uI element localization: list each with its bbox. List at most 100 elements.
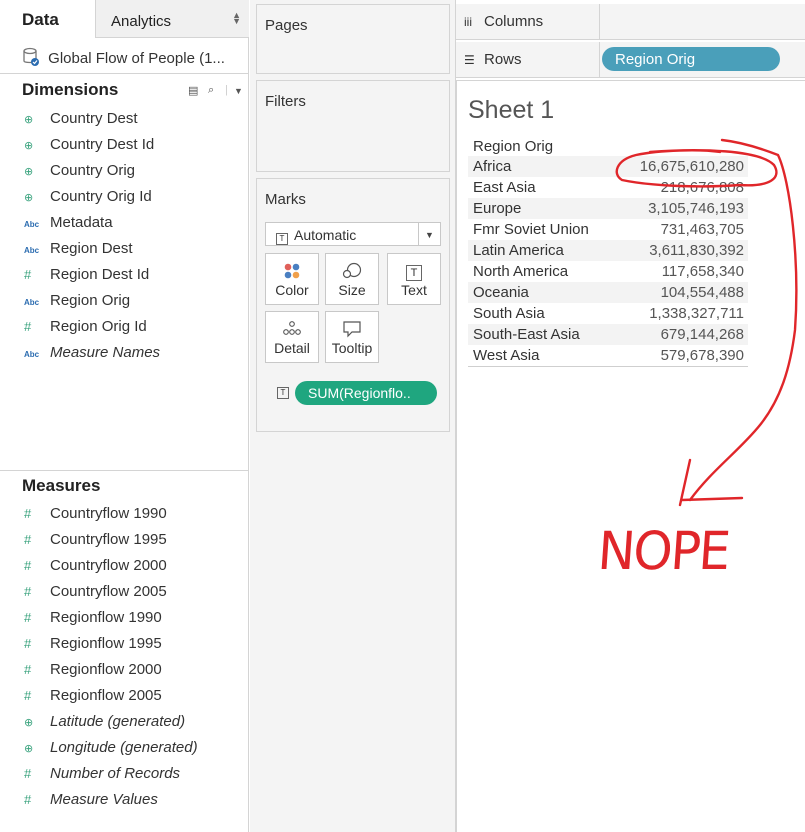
globe-icon: ⊕ <box>24 114 34 126</box>
text-label: Text <box>401 282 427 298</box>
hash-icon: # <box>24 766 32 781</box>
columns-shelf[interactable]: iii Columns <box>456 4 805 40</box>
field-label: Country Orig <box>50 162 136 179</box>
datasource-item[interactable]: Global Flow of People (1... <box>0 38 249 74</box>
field-label: Region Orig <box>50 292 131 309</box>
abc-icon: Abc <box>24 350 40 359</box>
dimensions-field-item[interactable]: ⊕ Country Dest <box>24 110 138 132</box>
tab-data[interactable]: Data <box>0 0 95 38</box>
measures-field-item[interactable]: # Countryflow 1995 <box>24 531 167 553</box>
divider <box>0 470 249 471</box>
field-label: Regionflow 2005 <box>50 687 162 704</box>
dimensions-field-item[interactable]: Abc Region Dest <box>24 240 133 262</box>
region-cell: Africa <box>473 158 512 175</box>
marks-title: Marks <box>265 191 306 208</box>
measures-field-item[interactable]: # Measure Values <box>24 791 158 813</box>
rows-icon: ☰ <box>464 53 475 67</box>
worksheet-pane: iii Columns ☰ Rows Region Orig Sheet 1 Reg… <box>456 0 805 832</box>
field-label: Country Orig Id <box>50 188 152 205</box>
value-cell: 731,463,705 <box>660 221 744 238</box>
mark-type-select[interactable]: T Automatic ▼ <box>265 222 441 246</box>
field-label: Countryflow 1995 <box>50 531 167 548</box>
value-cell: 679,144,268 <box>660 326 744 343</box>
measures-field-item[interactable]: # Countryflow 2000 <box>24 557 167 579</box>
table-bottom-line <box>468 366 748 367</box>
measures-field-item[interactable]: # Regionflow 2005 <box>24 687 162 709</box>
region-cell: East Asia <box>473 179 536 196</box>
columns-label: Columns <box>484 13 544 30</box>
measures-field-item[interactable]: ⊕ Latitude (generated) <box>24 713 185 735</box>
region-cell: Oceania <box>473 284 529 301</box>
table-row[interactable]: South-East Asia 679,144,268 <box>468 324 748 345</box>
dimensions-field-item[interactable]: ⊕ Country Orig <box>24 162 135 184</box>
field-label: Latitude (generated) <box>50 713 186 730</box>
region-cell: Fmr Soviet Union <box>473 221 589 238</box>
table-row[interactable]: East Asia 218,676,808 <box>468 177 748 198</box>
dimensions-field-item[interactable]: ⊕ Country Dest Id <box>24 136 154 158</box>
sum-regionflow-pill[interactable]: SUM(Regionflo.. <box>295 381 437 405</box>
view-list-icon[interactable]: ▤ <box>188 84 198 97</box>
tab-analytics[interactable]: Analytics ▲ ▼ <box>95 0 249 38</box>
measures-field-item[interactable]: # Regionflow 1990 <box>24 609 162 631</box>
field-label: Region Dest <box>50 240 133 257</box>
filters-card[interactable]: Filters <box>256 80 450 172</box>
detail-button[interactable]: Detail <box>265 311 319 363</box>
dimensions-field-item[interactable]: ⊕ Country Orig Id <box>24 188 152 210</box>
value-cell: 104,554,488 <box>660 284 744 301</box>
hash-icon: # <box>24 267 32 282</box>
table-row[interactable]: West Asia 579,678,390 <box>468 345 748 366</box>
hash-icon: # <box>24 506 32 521</box>
dimensions-field-item[interactable]: # Region Orig Id <box>24 318 147 340</box>
region-orig-pill[interactable]: Region Orig <box>602 47 780 71</box>
search-icon[interactable]: ⌕ <box>208 84 214 97</box>
measures-field-item[interactable]: # Regionflow 1995 <box>24 635 162 657</box>
table-row[interactable]: Latin America 3,611,830,392 <box>468 240 748 261</box>
rows-shelf[interactable]: ☰ Rows Region Orig <box>456 42 805 78</box>
dimensions-field-item[interactable]: Abc Measure Names <box>24 344 160 366</box>
measures-field-item[interactable]: # Countryflow 2005 <box>24 583 167 605</box>
pages-title: Pages <box>265 17 308 34</box>
tooltip-button[interactable]: Tooltip <box>325 311 379 363</box>
shelves-pane: Pages Filters Marks T Automatic ▼ Color <box>250 0 456 832</box>
globe-icon: ⊕ <box>24 717 34 729</box>
table-row[interactable]: Africa 16,675,610,280 <box>468 156 748 177</box>
table-row[interactable]: Europe 3,105,746,193 <box>468 198 748 219</box>
chevron-down-icon[interactable]: ▼ <box>234 86 243 96</box>
field-label: Regionflow 1995 <box>50 635 162 652</box>
sheet-title: Sheet 1 <box>468 96 555 124</box>
hash-icon: # <box>24 636 32 651</box>
columns-icon: iii <box>464 15 472 29</box>
table-row[interactable]: Fmr Soviet Union 731,463,705 <box>468 219 748 240</box>
separator: | <box>225 84 228 96</box>
size-label: Size <box>338 282 366 298</box>
dimensions-field-item[interactable]: # Region Dest Id <box>24 266 149 288</box>
dimensions-field-item[interactable]: Abc Metadata <box>24 214 113 236</box>
region-cell: West Asia <box>473 347 540 364</box>
measures-field-item[interactable]: # Number of Records <box>24 765 180 787</box>
table-header: Region Orig <box>473 138 554 155</box>
chevron-down-icon: ▼ <box>418 223 440 245</box>
table-row[interactable]: North America 117,658,340 <box>468 261 748 282</box>
table-row[interactable]: Oceania 104,554,488 <box>468 282 748 303</box>
text-button[interactable]: T Text <box>387 253 441 305</box>
field-label: Number of Records <box>50 765 181 782</box>
color-button[interactable]: Color <box>265 253 319 305</box>
columns-shelf-label: iii Columns <box>464 13 599 30</box>
detail-label: Detail <box>274 340 310 356</box>
color-label: Color <box>275 282 309 298</box>
dimensions-field-item[interactable]: Abc Region Orig <box>24 292 130 314</box>
field-label: Measure Values <box>50 791 158 808</box>
measures-field-item[interactable]: # Countryflow 1990 <box>24 505 167 527</box>
datasource-name: Global Flow of People (1... <box>48 50 225 67</box>
size-button[interactable]: Size <box>325 253 379 305</box>
tooltip-label: Tooltip <box>331 340 373 356</box>
hash-icon: # <box>24 319 32 334</box>
table-row[interactable]: South Asia 1,338,327,711 <box>468 303 748 324</box>
field-label: Regionflow 2000 <box>50 661 162 678</box>
abc-icon: Abc <box>24 246 40 255</box>
measures-field-item[interactable]: # Regionflow 2000 <box>24 661 162 683</box>
separator <box>599 42 600 78</box>
measures-field-item[interactable]: ⊕ Longitude (generated) <box>24 739 198 761</box>
field-label: Metadata <box>50 214 113 231</box>
pages-card[interactable]: Pages <box>256 4 450 74</box>
